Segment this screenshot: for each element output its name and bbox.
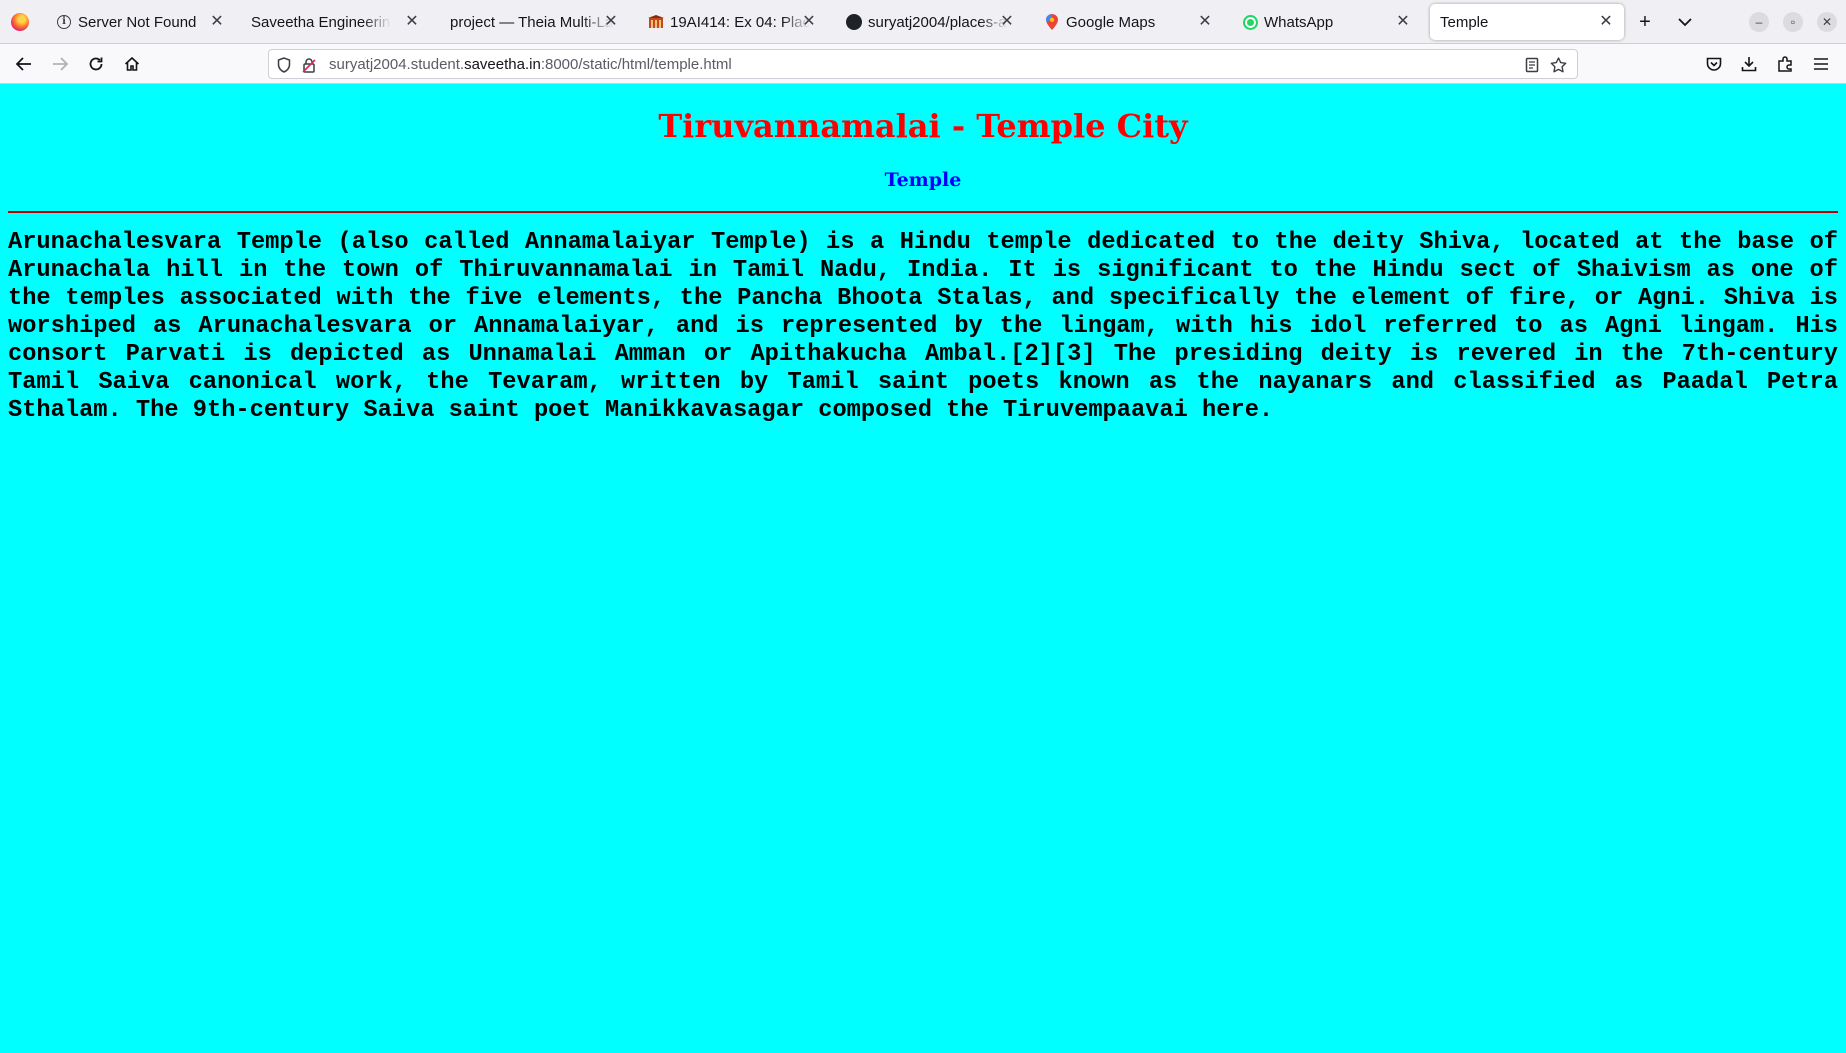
college-icon	[648, 14, 664, 30]
url-bar[interactable]: suryatj2004.student.saveetha.in:8000/sta…	[268, 49, 1578, 79]
extensions-icon[interactable]	[1773, 52, 1797, 76]
url-text[interactable]: suryatj2004.student.saveetha.in:8000/sta…	[329, 56, 732, 73]
close-icon[interactable]: ✕	[1195, 12, 1215, 32]
tab-theia[interactable]: project — Theia Multi-Language ✕	[442, 4, 629, 40]
tab-title: 19AI414: Ex 04: Places Around Me	[670, 13, 810, 31]
page-content: Tiruvannamalai - Temple City Temple Arun…	[0, 85, 1846, 1053]
tab-server-not-found[interactable]: i Server Not Found ✕	[48, 4, 235, 40]
tab-title: Saveetha Engineering College	[251, 13, 391, 31]
list-tabs-button[interactable]	[1673, 10, 1697, 34]
info-icon: i	[56, 14, 72, 30]
bookmark-star-icon[interactable]	[1549, 56, 1567, 74]
downloads-icon[interactable]	[1737, 52, 1761, 76]
firefox-icon[interactable]	[11, 13, 29, 31]
tab-title: project — Theia Multi-Language	[450, 13, 614, 31]
horizontal-rule	[8, 211, 1838, 213]
github-icon	[846, 14, 862, 30]
body-paragraph: Arunachalesvara Temple (also called Anna…	[8, 229, 1838, 424]
tab-google-maps[interactable]: Google Maps ✕	[1036, 4, 1223, 40]
pocket-icon[interactable]	[1702, 52, 1726, 76]
minimize-button[interactable]: –	[1749, 12, 1769, 32]
whatsapp-icon	[1242, 14, 1258, 30]
close-icon[interactable]: ✕	[601, 12, 621, 32]
close-icon[interactable]: ✕	[402, 12, 422, 32]
tab-temple[interactable]: Temple ✕	[1430, 4, 1624, 40]
tab-github[interactable]: suryatj2004/places-around-me ✕	[838, 4, 1025, 40]
close-icon[interactable]: ✕	[1393, 12, 1413, 32]
tab-strip: i Server Not Found ✕ Saveetha Engineerin…	[0, 0, 1846, 44]
insecure-lock-icon[interactable]	[300, 56, 318, 74]
close-icon[interactable]: ✕	[1596, 12, 1616, 32]
home-button[interactable]	[120, 52, 144, 76]
forward-button[interactable]	[48, 52, 72, 76]
close-icon[interactable]: ✕	[207, 12, 227, 32]
menu-hamburger-icon[interactable]	[1809, 52, 1833, 76]
restore-button[interactable]: ▫	[1783, 12, 1803, 32]
maps-pin-icon	[1044, 14, 1060, 30]
reader-view-icon[interactable]	[1523, 56, 1541, 74]
page-subtitle: Temple	[884, 169, 962, 191]
url-host: saveetha.in	[464, 56, 541, 73]
new-tab-button[interactable]: +	[1633, 10, 1657, 34]
close-window-button[interactable]: ✕	[1817, 12, 1837, 32]
url-path: :8000/static/html/temple.html	[540, 56, 732, 73]
navigation-bar: suryatj2004.student.saveetha.in:8000/sta…	[0, 44, 1846, 84]
close-icon[interactable]: ✕	[997, 12, 1017, 32]
tracking-protection-shield-icon[interactable]	[275, 56, 293, 74]
tab-ex04[interactable]: 19AI414: Ex 04: Places Around Me ✕	[640, 4, 827, 40]
back-button[interactable]	[12, 52, 36, 76]
url-prefix: suryatj2004.student.	[329, 56, 465, 73]
tab-title: suryatj2004/places-around-me	[868, 13, 1008, 31]
tab-whatsapp[interactable]: WhatsApp ✕	[1234, 4, 1421, 40]
tab-saveetha[interactable]: Saveetha Engineering College ✕	[243, 4, 430, 40]
reload-button[interactable]	[84, 52, 108, 76]
close-icon[interactable]: ✕	[799, 12, 819, 32]
page-title: Tiruvannamalai - Temple City	[658, 107, 1188, 145]
